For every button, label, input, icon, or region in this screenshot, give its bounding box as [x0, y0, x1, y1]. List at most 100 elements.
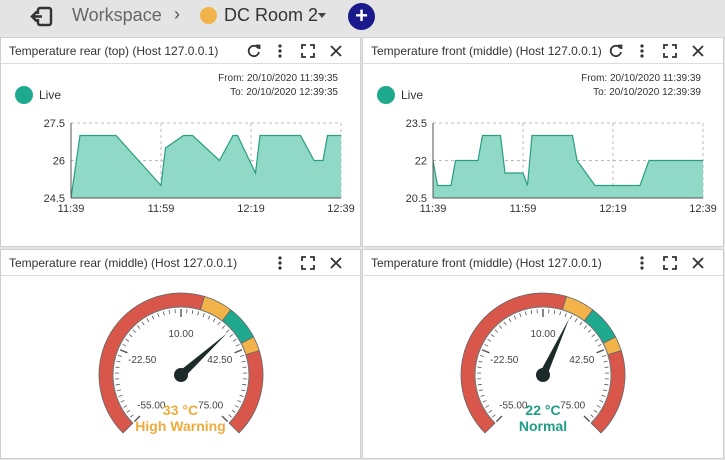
gauge-tick: [118, 394, 123, 397]
gauge-tick-label: 10.00: [168, 329, 193, 340]
gauge-tick: [508, 318, 512, 323]
gauge-tick: [596, 349, 605, 354]
gauge-tick: [478, 389, 483, 392]
gauge-value: 22 °C: [525, 402, 561, 418]
temperature-chart: 27.52624.511:39 11:59 12:19 12:39: [44, 118, 355, 215]
gauge-tick: [116, 389, 121, 392]
x-tick-label: 11:59: [510, 203, 537, 215]
gauge-tick: [524, 311, 527, 316]
gauge-tick: [146, 318, 150, 323]
gauge-tick: [604, 383, 609, 386]
gauge-tick: [530, 310, 533, 315]
gauge-tick: [587, 329, 592, 333]
gauge-tick: [487, 338, 492, 342]
gauge-tick: [221, 325, 226, 329]
gauge-tick: [603, 360, 608, 363]
gauge-tick: [477, 383, 482, 386]
gauge-tick: [242, 383, 247, 386]
gauge-tick: [117, 354, 122, 357]
series-area: [433, 135, 703, 198]
gauge-value: 33 °C: [162, 402, 199, 418]
y-tick-label: 22: [415, 156, 427, 168]
gauge-tick: [559, 311, 562, 316]
gauge-tick: [212, 318, 216, 323]
gauge-tick: [574, 318, 578, 323]
room-status-dot: [200, 7, 217, 24]
gauge-tick: [494, 329, 499, 333]
gauge-tick: [232, 338, 237, 342]
widget-temperature-front-middle-gauge: Temperature front (middle) (Host 127.0.0…: [362, 249, 724, 459]
back-icon[interactable]: [30, 6, 54, 28]
gauge-tick: [115, 383, 120, 386]
gauge-tick: [579, 321, 583, 326]
gauge-tick-label: 42.50: [569, 355, 594, 366]
gauge-tick: [125, 338, 130, 342]
gauge-status: Normal: [518, 418, 568, 434]
temperature-chart: 23.52220.511:39 11:59 12:19 12:39: [406, 118, 717, 215]
gauge-tick: [503, 321, 507, 326]
gauge-tick: [151, 315, 155, 320]
gauge-tick: [519, 313, 522, 318]
y-tick-label: 27.5: [44, 118, 65, 130]
gauge-status: High Warning: [135, 418, 226, 434]
gauge-tick: [162, 311, 165, 316]
gauge-tick: [484, 343, 489, 347]
chevron-down-icon[interactable]: [318, 13, 326, 18]
gauge-tick: [479, 354, 484, 357]
widget-temperature-front-middle: Temperature front (middle) (Host 127.0.0…: [362, 37, 724, 247]
gauge-tick: [132, 329, 137, 333]
gauge-tick: [594, 338, 599, 342]
gauge-tick: [603, 389, 608, 392]
gauge-tick: [597, 343, 602, 347]
widget-temperature-rear-top: Temperature rear (top) (Host 127.0.0.1) …: [0, 37, 361, 247]
gauge-needle: [539, 318, 570, 377]
gauge-tick: [197, 311, 200, 316]
breadcrumb-workspace[interactable]: Workspace: [72, 5, 162, 26]
gauge-tick: [217, 321, 221, 326]
add-button[interactable]: +: [348, 3, 375, 30]
widget-temperature-rear-middle: Temperature rear (middle) (Host 127.0.0.…: [0, 249, 361, 459]
gauge-tick: [241, 360, 246, 363]
y-tick-label: 23.5: [406, 118, 427, 130]
gauge-tick: [225, 329, 230, 333]
x-tick-label: 12:39: [327, 203, 355, 215]
x-tick-label: 11:39: [420, 203, 447, 215]
x-tick-label: 12:19: [237, 203, 265, 215]
gauge-tick-label: 10.00: [530, 329, 555, 340]
gauge-tick-label: 42.50: [207, 355, 232, 366]
gauge-tick: [136, 325, 141, 329]
gauge-tick: [168, 310, 171, 315]
series-area: [71, 135, 341, 198]
gauge-tick: [141, 321, 145, 326]
gauge-hub: [536, 368, 550, 382]
gauge-tick: [480, 394, 485, 397]
gauge-tick: [601, 394, 606, 397]
gauge-tick: [116, 360, 121, 363]
x-tick-label: 12:19: [599, 203, 627, 215]
gauge-tick: [490, 333, 495, 338]
gauge-tick: [478, 360, 483, 363]
gauge-tick-label: -22.50: [128, 355, 157, 366]
x-tick-label: 12:39: [689, 203, 717, 215]
y-tick-label: 26: [53, 156, 65, 168]
gauge-tick: [235, 343, 240, 347]
breadcrumb-separator: ›: [174, 4, 180, 24]
breadcrumb-room[interactable]: DC Room 2: [224, 5, 318, 26]
gauge-tick: [229, 333, 234, 338]
gauge-tick: [202, 313, 205, 318]
top-bar: Workspace › DC Room 2 +: [0, 0, 725, 34]
gauge-tick: [239, 394, 244, 397]
gauge-tick: [191, 310, 194, 315]
gauge-tick: [583, 325, 588, 329]
x-tick-label: 11:39: [58, 203, 85, 215]
gauge-tick: [119, 349, 128, 354]
gauge-tick: [240, 354, 245, 357]
gauge-tick: [553, 310, 556, 315]
gauge-tick: [513, 315, 517, 320]
gauge-tick: [498, 325, 503, 329]
gauge-hub: [174, 368, 188, 382]
gauge-tick: [128, 333, 133, 338]
gauge-tick: [157, 313, 160, 318]
x-tick-label: 11:59: [148, 203, 175, 215]
gauge-tick: [122, 343, 127, 347]
